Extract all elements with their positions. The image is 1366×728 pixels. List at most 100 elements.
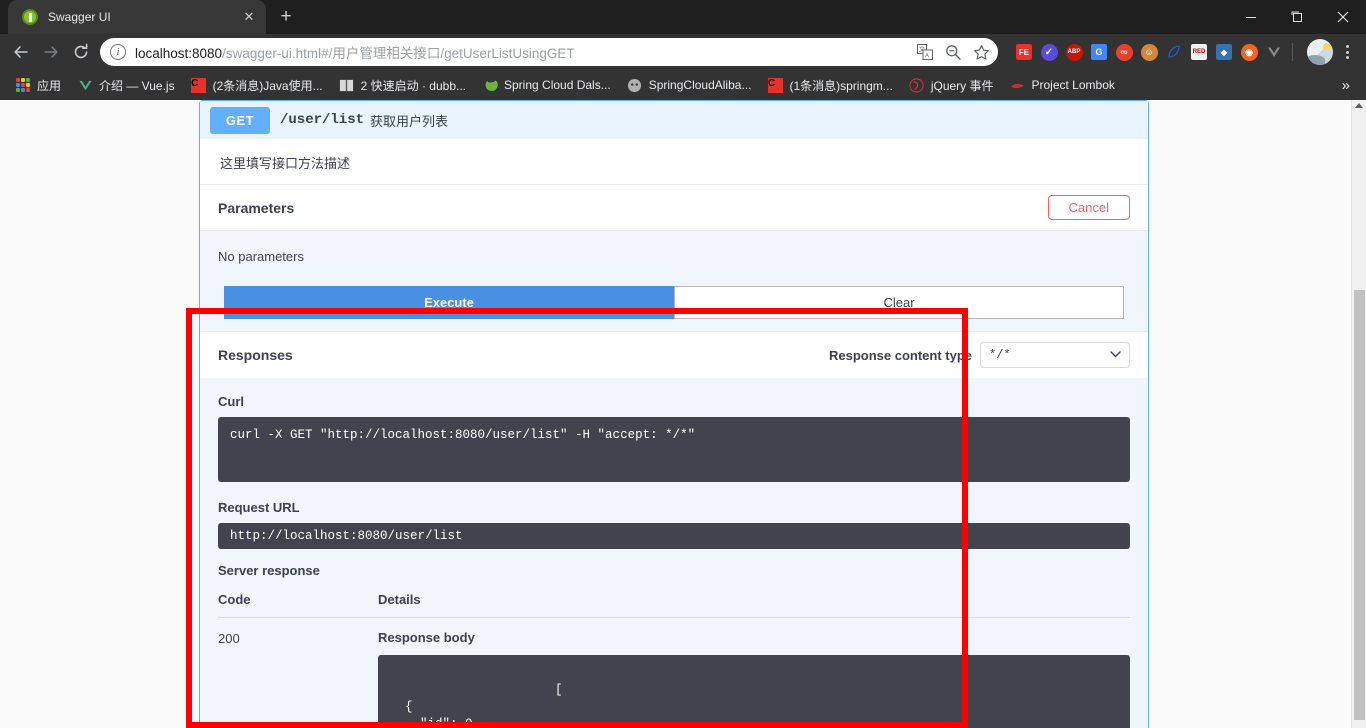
- bookmark-dubbo[interactable]: 2 快速启动 · dubb...: [332, 74, 473, 97]
- bookmarks-bar: 应用 介绍 — Vue.js C (2条消息)Java使用... 2 快速启动 …: [0, 70, 1366, 100]
- operation-body: 这里填写接口方法描述 Parameters Cancel No paramete…: [200, 139, 1148, 728]
- book-icon: [339, 77, 355, 93]
- address-bar-url: localhost:8080/swagger-ui.html#/用户管理相关接口…: [135, 42, 912, 62]
- response-content-type-value: */*: [989, 348, 1011, 362]
- response-content-type-wrap: Response content type */*: [829, 342, 1130, 368]
- forward-arrow-icon[interactable]: [36, 37, 66, 67]
- cancel-button[interactable]: Cancel: [1047, 195, 1130, 220]
- bookmark-label: (2条消息)Java使用...: [212, 78, 323, 93]
- column-header-code: Code: [218, 584, 378, 618]
- vue-devtools-icon[interactable]: [1262, 40, 1286, 64]
- lifebuoy-extension-icon[interactable]: ◉: [1237, 40, 1261, 64]
- fe-extension-icon[interactable]: FE: [1012, 40, 1036, 64]
- column-header-details: Details: [378, 584, 1130, 618]
- browser-title-bar: Swagger UI ✕ +: [0, 0, 1366, 34]
- close-icon[interactable]: [1320, 0, 1366, 34]
- vue-icon: [77, 77, 93, 93]
- responses-body: Curl curl -X GET "http://localhost:8080/…: [200, 378, 1148, 728]
- responses-header: Responses Response content type */*: [200, 331, 1148, 378]
- leaf-extension-icon[interactable]: [1162, 40, 1186, 64]
- bookmark-csdn-java[interactable]: C (2条消息)Java使用...: [184, 74, 330, 97]
- reload-icon[interactable]: [66, 37, 96, 67]
- scrollbar-thumb[interactable]: [1354, 290, 1365, 720]
- chevron-down-icon: [1110, 348, 1121, 362]
- response-body-code-block: [ { "id": 0, "userName": "string", "age"…: [378, 655, 1130, 728]
- parameters-body: No parameters: [200, 230, 1148, 264]
- minimize-icon[interactable]: [1228, 0, 1274, 34]
- bookmark-project-lombok[interactable]: Project Lombok: [1003, 74, 1122, 96]
- profile-avatar[interactable]: [1307, 39, 1333, 65]
- red-book-extension-icon[interactable]: RED: [1187, 40, 1211, 64]
- browser-tab[interactable]: Swagger UI ✕: [8, 0, 266, 34]
- adblock-plus-icon[interactable]: ABP: [1062, 40, 1086, 64]
- table-header-row: Code Details: [218, 584, 1130, 618]
- chrome-menu-kebab-icon[interactable]: [1334, 37, 1360, 67]
- scroll-up-arrow-icon[interactable]: [1355, 103, 1363, 108]
- bookmark-apps[interactable]: 应用: [8, 74, 68, 97]
- lombok-icon: [1010, 77, 1026, 93]
- execute-button[interactable]: Execute: [224, 286, 674, 319]
- browser-window: Swagger UI ✕ + i localhost:8080/swagger-…: [0, 0, 1366, 728]
- curl-code-block: curl -X GET "http://localhost:8080/user/…: [218, 417, 1130, 482]
- bookmark-label: jQuery 事件: [930, 78, 994, 93]
- response-content-type-select[interactable]: */*: [980, 342, 1130, 368]
- request-url-label: Request URL: [218, 500, 300, 515]
- http-method-badge: GET: [210, 106, 270, 134]
- response-body-label: Response body: [378, 630, 475, 645]
- operation-summary-text: 获取用户列表: [370, 113, 449, 129]
- swagger-operation-block: GET /user/list 获取用户列表 这里填写接口方法描述 Paramet…: [199, 100, 1149, 728]
- bookmark-label: SpringCloudAliba...: [648, 78, 752, 92]
- server-response-label: Server response: [218, 563, 320, 578]
- operation-summary[interactable]: GET /user/list 获取用户列表: [200, 101, 1148, 139]
- operation-path: /user/list: [280, 112, 365, 128]
- monkey-extension-icon[interactable]: ☺: [1137, 40, 1161, 64]
- svg-text:A: A: [925, 54, 929, 60]
- bookmark-spring-cloud[interactable]: Spring Cloud Dals...: [475, 74, 618, 96]
- maximize-icon[interactable]: [1274, 0, 1320, 34]
- extension-icons: FE ✓ ABP G ∞ ☺ RED ◆ ◉: [1006, 37, 1360, 67]
- google-translate-icon[interactable]: G: [1087, 40, 1111, 64]
- bookmark-label: 介绍 — Vue.js: [99, 78, 175, 93]
- csdn-icon: C: [191, 77, 207, 93]
- bookmark-spring-cloud-alibaba[interactable]: SpringCloudAliba...: [620, 74, 759, 96]
- tab-title: Swagger UI: [48, 10, 111, 24]
- site-info-icon[interactable]: i: [110, 44, 126, 60]
- page-viewport: GET /user/list 获取用户列表 这里填写接口方法描述 Paramet…: [0, 100, 1366, 728]
- bookmarks-overflow-button[interactable]: »: [1334, 77, 1358, 94]
- bookmark-csdn-springm[interactable]: C (1条消息)springm...: [760, 74, 899, 97]
- page-scrollbar[interactable]: [1351, 100, 1366, 728]
- url-host: localhost:8080: [135, 46, 223, 61]
- translate-icon[interactable]: 文A: [912, 39, 938, 65]
- response-code: 200: [218, 631, 240, 646]
- clear-button[interactable]: Clear: [674, 286, 1124, 319]
- star-icon[interactable]: [968, 39, 994, 65]
- address-bar[interactable]: i localhost:8080/swagger-ui.html#/用户管理相关…: [100, 38, 998, 66]
- execute-row: Execute Clear: [200, 264, 1148, 331]
- spring-icon: [482, 77, 498, 93]
- toolbar-divider: [1292, 43, 1293, 61]
- bookmark-label: Project Lombok: [1031, 78, 1115, 92]
- infinity-extension-icon[interactable]: ∞: [1112, 40, 1136, 64]
- close-icon[interactable]: ✕: [240, 8, 258, 26]
- request-url-code-block: http://localhost:8080/user/list: [218, 523, 1130, 549]
- no-parameters-text: No parameters: [218, 249, 304, 264]
- blue-paint-extension-icon[interactable]: ◆: [1212, 40, 1236, 64]
- new-tab-button[interactable]: +: [272, 3, 300, 31]
- operation-description: 这里填写接口方法描述: [200, 139, 1148, 184]
- table-row: 200 Response body [ { "id": 0, "userName…: [218, 618, 1130, 728]
- parameters-header: Parameters Cancel: [200, 184, 1148, 230]
- omnibox-icons: 文A: [912, 39, 994, 65]
- window-controls: [1228, 0, 1366, 34]
- jquery-icon: [909, 77, 925, 93]
- search-zoom-icon[interactable]: [940, 39, 966, 65]
- back-arrow-icon[interactable]: [6, 37, 36, 67]
- bookmark-jquery[interactable]: jQuery 事件: [902, 74, 1001, 97]
- bookmark-vue[interactable]: 介绍 — Vue.js: [70, 74, 182, 97]
- response-details-cell: Response body [ { "id": 0, "userName": "…: [378, 618, 1130, 728]
- browser-nav-bar: i localhost:8080/swagger-ui.html#/用户管理相关…: [0, 34, 1366, 70]
- response-body-json: [ { "id": 0, "userName": "string", "age"…: [405, 682, 563, 728]
- csdn-icon: C: [767, 77, 783, 93]
- bookmark-label: 应用: [37, 78, 62, 93]
- curl-label: Curl: [218, 394, 244, 409]
- check-shield-extension-icon[interactable]: ✓: [1037, 40, 1061, 64]
